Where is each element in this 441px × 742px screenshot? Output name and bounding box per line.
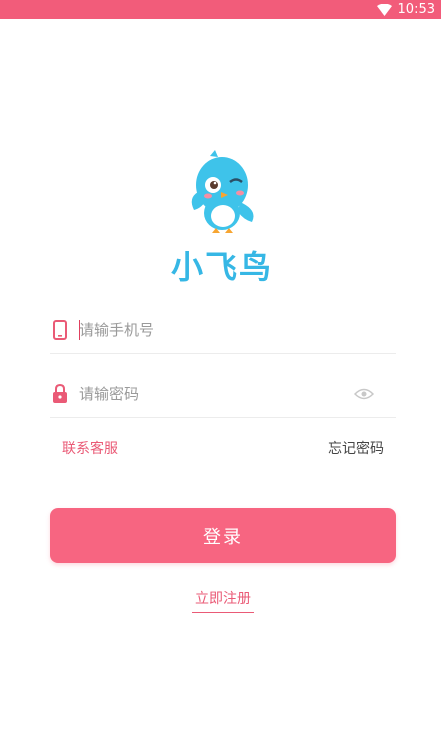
register-link[interactable]: 立即注册 [192, 589, 254, 613]
app-logo: 小飞鸟 [158, 150, 284, 286]
phone-input[interactable] [79, 306, 396, 353]
status-time: 10:53 [397, 2, 435, 17]
lock-icon [50, 383, 70, 405]
bird-mascot-icon [191, 150, 254, 233]
login-button[interactable]: 登录 [50, 508, 396, 563]
app-name: 小飞鸟 [170, 248, 273, 286]
eye-icon[interactable] [354, 387, 374, 401]
status-bar: 10:53 [0, 0, 441, 19]
phone-field-row [50, 306, 396, 354]
contact-support-link[interactable]: 联系客服 [62, 438, 118, 458]
password-field-row [50, 370, 396, 418]
auxiliary-links: 联系客服 忘记密码 [62, 437, 384, 459]
phone-icon [50, 319, 70, 341]
text-caret [79, 320, 80, 340]
forgot-password-link[interactable]: 忘记密码 [328, 438, 384, 458]
wifi-icon [376, 3, 392, 16]
password-input[interactable] [79, 370, 354, 417]
